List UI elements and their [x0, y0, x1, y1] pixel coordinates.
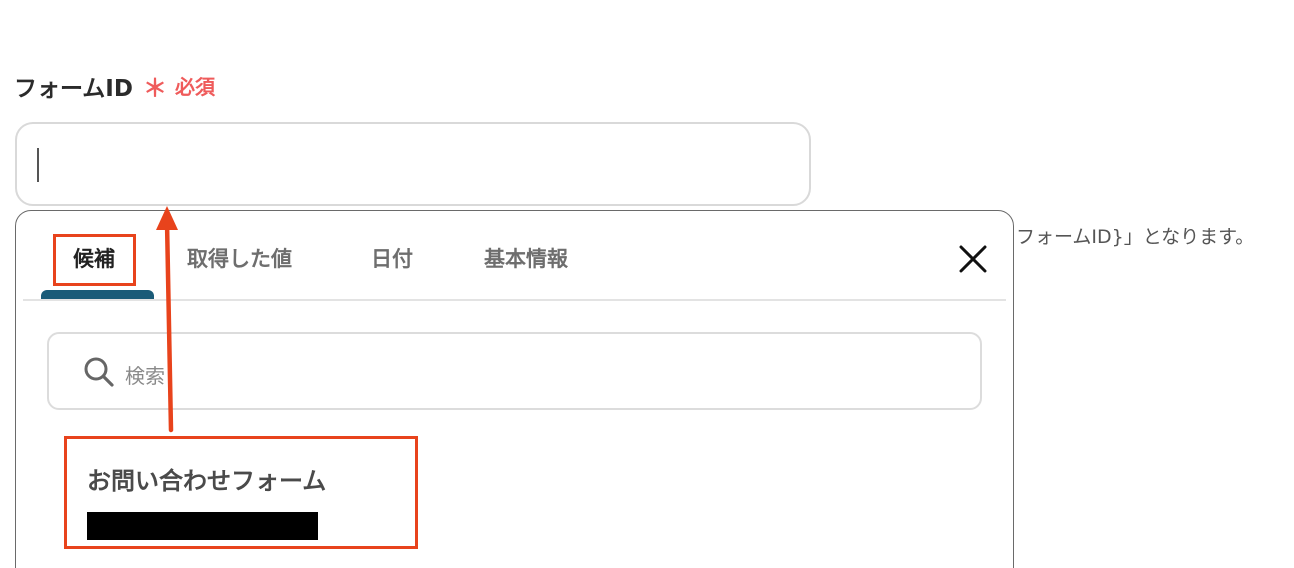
close-button[interactable] — [957, 243, 989, 275]
search-icon — [84, 357, 114, 387]
tab-basic-info[interactable]: 基本情報 — [484, 243, 568, 273]
field-label-text: フォームID — [14, 75, 133, 102]
tab-acquired-values[interactable]: 取得した値 — [187, 243, 292, 273]
page: フォームID ＊ 必須 フォームID}」となります。 候補 取得した値 日付 基… — [0, 0, 1294, 568]
active-tab-indicator — [41, 290, 154, 299]
search-input[interactable]: 検索 — [47, 332, 982, 410]
variable-picker-popover: 候補 取得した値 日付 基本情報 検索 お問い合わせフォーム — [15, 210, 1014, 568]
required-badge: 必須 — [174, 75, 215, 99]
close-icon — [959, 245, 987, 273]
field-hint-text: フォームID}」となります。 — [1016, 226, 1255, 248]
search-placeholder: 検索 — [125, 364, 165, 388]
candidate-item[interactable]: お問い合わせフォーム — [66, 439, 416, 549]
required-asterisk: ＊ — [142, 74, 167, 102]
form-id-input[interactable] — [15, 122, 811, 206]
form-id-label: フォームID ＊ 必須 — [14, 68, 215, 103]
text-caret — [37, 148, 39, 182]
tab-date[interactable]: 日付 — [371, 243, 413, 273]
candidate-title: お問い合わせフォーム — [87, 467, 327, 495]
tab-candidates[interactable]: 候補 — [73, 243, 115, 273]
redacted-form-id — [87, 512, 318, 540]
picker-tabs: 候補 取得した値 日付 基本情報 — [23, 211, 1006, 301]
